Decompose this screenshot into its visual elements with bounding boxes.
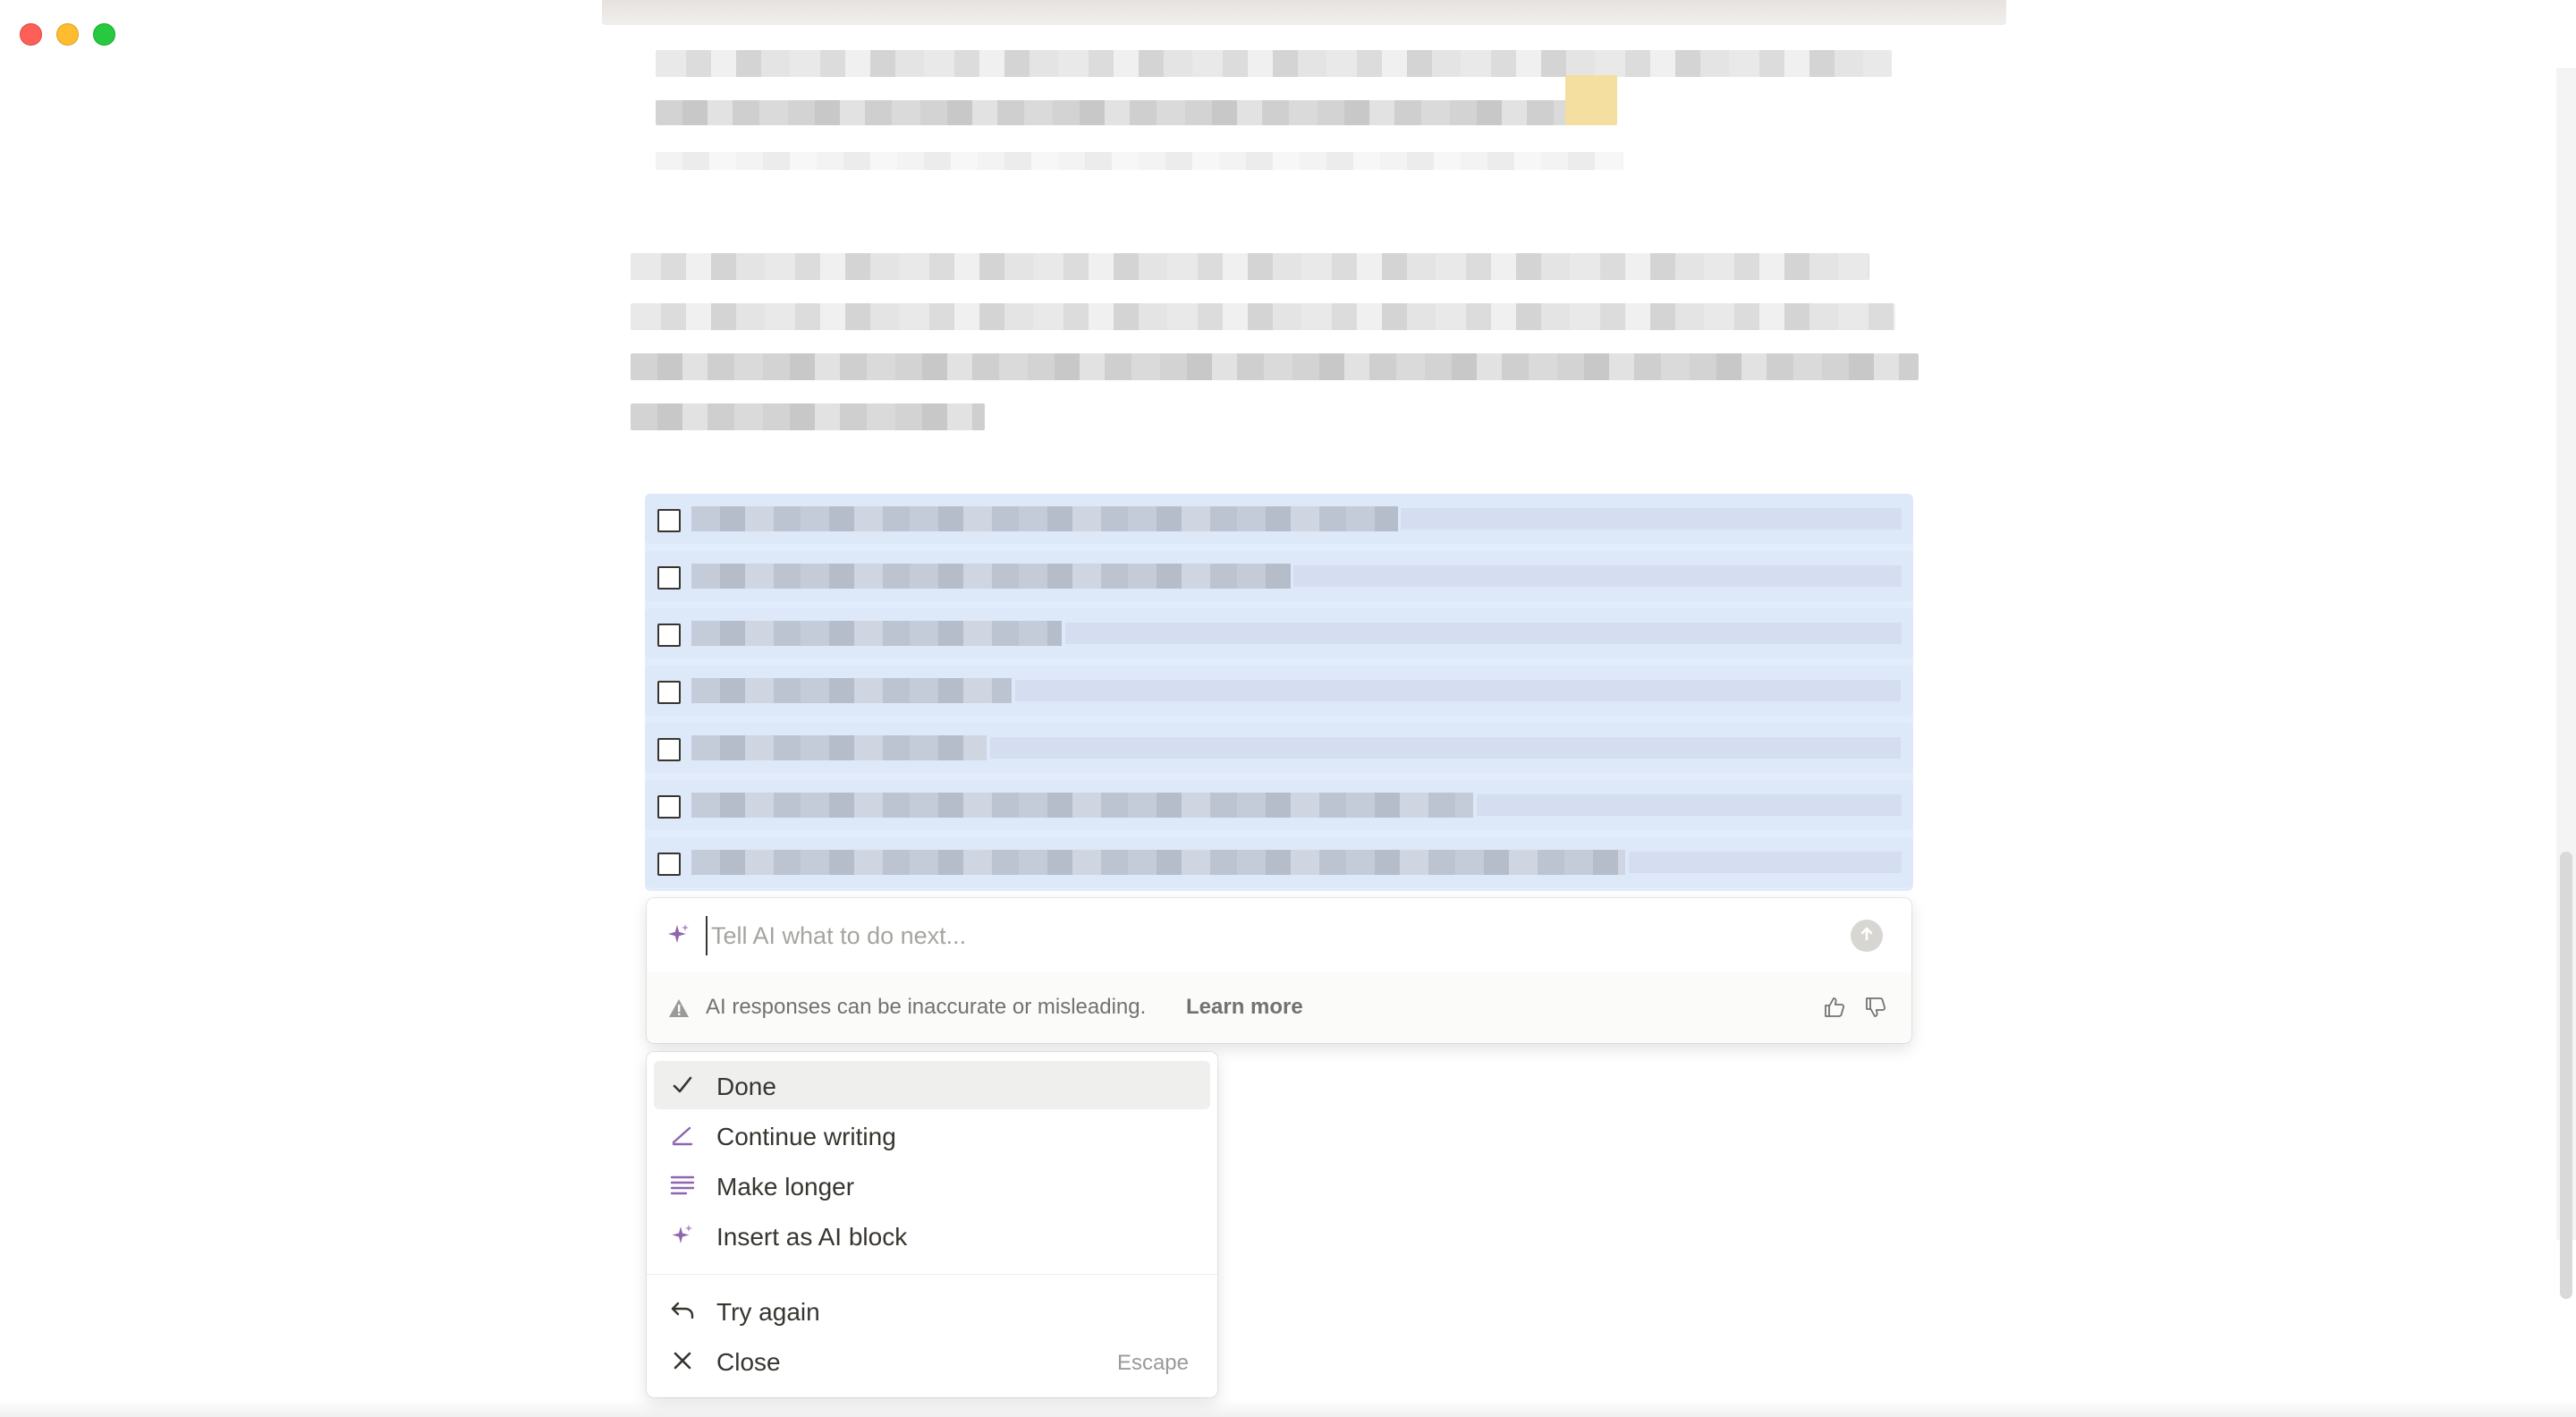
ai-disclaimer-text: AI responses can be inaccurate or mislea…: [706, 995, 1147, 1019]
todo-checkbox[interactable]: [657, 509, 681, 532]
todo-list-selection: [645, 494, 1913, 891]
blurred-text-line: [631, 353, 1919, 380]
ai-input-row: [647, 898, 1911, 972]
menu-item-insert-ai-block[interactable]: Insert as AI block: [654, 1211, 1210, 1260]
window-controls: [20, 23, 115, 46]
menu-item-label: Done: [716, 1073, 776, 1100]
menu-item-label: Try again: [716, 1298, 820, 1326]
blurred-text-line: [631, 303, 1895, 330]
blurred-text-line: [631, 403, 985, 430]
blurred-todo-text: [691, 793, 1473, 818]
blurred-todo-text: [1629, 852, 1902, 873]
thumbs-up-icon[interactable]: [1822, 995, 1847, 1024]
todo-item[interactable]: [645, 723, 1913, 773]
blurred-text-line: [656, 50, 1892, 77]
learn-more-link[interactable]: Learn more: [1186, 995, 1303, 1020]
window-bottom-edge: [0, 1399, 2576, 1417]
todo-checkbox[interactable]: [657, 795, 681, 819]
menu-item-label: Continue writing: [716, 1123, 896, 1150]
ai-prompt-input[interactable]: [706, 916, 1768, 955]
todo-checkbox[interactable]: [657, 738, 681, 761]
blurred-todo-text: [1401, 508, 1902, 530]
blurred-todo-text: [691, 506, 1398, 531]
todo-checkbox[interactable]: [657, 681, 681, 704]
blurred-text-line: [656, 152, 1623, 170]
scrollbar[interactable]: [2556, 68, 2576, 1299]
undo-arrow-icon: [670, 1298, 695, 1323]
todo-item[interactable]: [645, 666, 1913, 716]
blurred-todo-text: [691, 621, 1062, 646]
window-minimize-button[interactable]: [56, 23, 79, 46]
todo-checkbox[interactable]: [657, 624, 681, 647]
blurred-text-line: [656, 100, 1614, 125]
todo-item[interactable]: [645, 837, 1913, 887]
blurred-todo-text: [990, 737, 1901, 759]
blurred-text-line: [631, 253, 1869, 280]
blurred-highlight: [1565, 75, 1617, 125]
warning-icon: [668, 998, 690, 1022]
todo-item[interactable]: [645, 551, 1913, 601]
page-cover-strip: [602, 0, 2006, 25]
blurred-todo-text: [1477, 794, 1902, 816]
ai-disclaimer-bar: AI responses can be inaccurate or mislea…: [647, 972, 1911, 1043]
blurred-todo-text: [691, 564, 1291, 589]
checkmark-icon: [670, 1073, 695, 1098]
menu-item-label: Make longer: [716, 1173, 855, 1201]
menu-item-make-longer[interactable]: Make longer: [654, 1161, 1210, 1209]
sparkle-icon: [666, 922, 691, 947]
menu-item-continue-writing[interactable]: Continue writing: [654, 1111, 1210, 1159]
menu-item-try-again[interactable]: Try again: [654, 1286, 1210, 1335]
todo-item[interactable]: [645, 494, 1913, 544]
menu-divider: [647, 1274, 1217, 1275]
lines-icon: [670, 1173, 695, 1198]
blurred-todo-text: [1015, 680, 1901, 701]
blurred-todo-text: [691, 678, 1012, 703]
window-close-button[interactable]: [20, 23, 42, 46]
window-maximize-button[interactable]: [93, 23, 115, 46]
close-icon: [670, 1348, 695, 1373]
todo-item[interactable]: [645, 780, 1913, 830]
ai-prompt-panel: AI responses can be inaccurate or mislea…: [647, 898, 1911, 1043]
blurred-todo-text: [1293, 565, 1902, 587]
todo-item[interactable]: [645, 608, 1913, 658]
menu-item-label: Insert as AI block: [716, 1223, 908, 1251]
send-arrow-icon: [1858, 925, 1876, 947]
scrollbar-thumb[interactable]: [2560, 852, 2572, 1299]
todo-checkbox[interactable]: [657, 566, 681, 590]
sparkle-icon: [670, 1223, 695, 1248]
menu-item-close[interactable]: Close Escape: [654, 1336, 1210, 1385]
menu-item-done[interactable]: Done: [654, 1061, 1210, 1109]
ai-action-menu: Done Continue writing Make longer Insert…: [647, 1052, 1217, 1397]
shortcut-hint: Escape: [1116, 1351, 1189, 1375]
thumbs-down-icon[interactable]: [1863, 995, 1888, 1024]
blurred-todo-text: [691, 850, 1625, 875]
blurred-todo-text: [691, 735, 987, 760]
send-button[interactable]: [1851, 920, 1883, 952]
pencil-icon: [670, 1123, 695, 1148]
blurred-todo-text: [1065, 623, 1902, 644]
menu-item-label: Close: [716, 1348, 781, 1376]
todo-checkbox[interactable]: [657, 853, 681, 876]
